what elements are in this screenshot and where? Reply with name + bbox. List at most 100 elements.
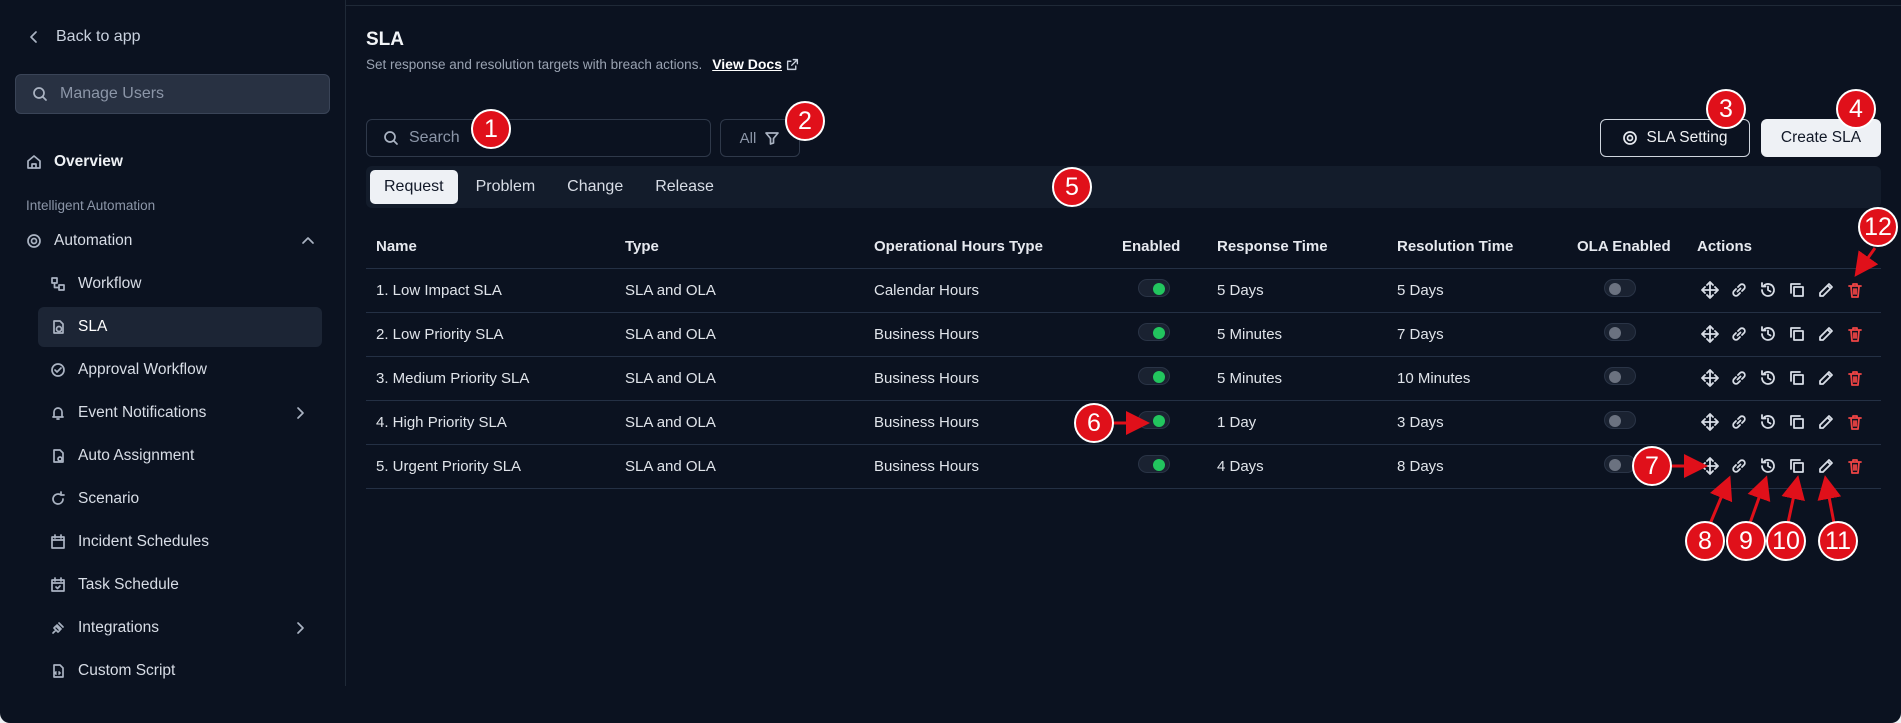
sidebar-item-auto-assignment[interactable]: Auto Assignment	[38, 436, 322, 476]
history-icon[interactable]	[1759, 325, 1777, 343]
copy-icon[interactable]	[1788, 413, 1806, 431]
sidebar-item-task-schedule[interactable]: Task Schedule	[38, 565, 322, 605]
ola-enabled-cell	[1567, 356, 1687, 401]
col-name[interactable]: Name	[366, 225, 615, 269]
sidebar-item-custom-script[interactable]: Custom Script	[38, 651, 322, 691]
tab-request[interactable]: Request	[370, 170, 458, 204]
table-row: 3. Medium Priority SLA SLA and OLA Busines…	[366, 356, 1881, 401]
col-hours-type[interactable]: Operational Hours Type	[864, 225, 1112, 269]
view-docs-link[interactable]: View Docs	[712, 56, 799, 72]
sidebar-item-event-notifications[interactable]: Event Notifications	[38, 393, 322, 433]
manage-users-search[interactable]: Manage Users	[15, 74, 330, 114]
trash-icon[interactable]	[1846, 413, 1864, 431]
toggle-knob	[1153, 415, 1165, 427]
copy-icon[interactable]	[1788, 325, 1806, 343]
sidebar-item-sla[interactable]: SLA	[38, 307, 322, 347]
sidebar-item-approval-workflow[interactable]: Approval Workflow	[38, 350, 322, 390]
row-name: 5. Urgent Priority SLA	[366, 444, 615, 489]
row-type: SLA and OLA	[615, 312, 864, 357]
annotation-badge-6: 6	[1074, 403, 1114, 443]
enabled-toggle[interactable]	[1138, 279, 1170, 297]
link-icon[interactable]	[1730, 457, 1748, 475]
sidebar-item-incident-schedules[interactable]: Incident Schedules	[38, 522, 322, 562]
copy-icon[interactable]	[1788, 281, 1806, 299]
copy-icon[interactable]	[1788, 369, 1806, 387]
filter-icon	[765, 132, 780, 145]
nav-overview[interactable]: Overview	[26, 153, 123, 171]
annotation-badge-8: 8	[1685, 521, 1725, 561]
col-response-time[interactable]: Response Time	[1207, 225, 1387, 269]
edit-icon[interactable]	[1817, 369, 1835, 387]
enabled-toggle[interactable]	[1138, 411, 1170, 429]
trash-icon[interactable]	[1846, 369, 1864, 387]
row-name: 3. Medium Priority SLA	[366, 356, 615, 401]
link-icon[interactable]	[1730, 369, 1748, 387]
col-ola-enabled[interactable]: OLA Enabled	[1567, 225, 1687, 269]
copy-icon[interactable]	[1788, 457, 1806, 475]
trash-icon[interactable]	[1846, 325, 1864, 343]
sidebar-item-label: Incident Schedules	[78, 533, 209, 550]
edit-icon[interactable]	[1817, 281, 1835, 299]
move-icon[interactable]	[1701, 457, 1719, 475]
ola-enabled-toggle[interactable]	[1604, 323, 1636, 341]
back-to-app-link[interactable]: Back to app	[26, 28, 141, 46]
col-actions: Actions	[1687, 225, 1881, 269]
sidebar-item-scenario[interactable]: Scenario	[38, 479, 322, 519]
move-icon[interactable]	[1701, 325, 1719, 343]
col-enabled[interactable]: Enabled	[1112, 225, 1207, 269]
move-icon[interactable]	[1701, 281, 1719, 299]
sidebar-item-integrations[interactable]: Integrations	[38, 608, 322, 648]
ola-enabled-cell	[1567, 312, 1687, 357]
actions-group	[1701, 325, 1881, 343]
table-row: 2. Low Priority SLA SLA and OLA Business H…	[366, 312, 1881, 357]
edit-icon[interactable]	[1817, 457, 1835, 475]
toggle-knob	[1609, 371, 1621, 383]
move-icon[interactable]	[1701, 413, 1719, 431]
toggle-knob	[1609, 415, 1621, 427]
move-icon[interactable]	[1701, 369, 1719, 387]
nav-overview-label: Overview	[54, 153, 123, 170]
nav-automation[interactable]: Automation	[26, 232, 321, 250]
tab-problem[interactable]: Problem	[462, 170, 550, 204]
ola-enabled-toggle[interactable]	[1604, 411, 1636, 429]
sidebar: Back to app Manage Users Overview Intell…	[0, 0, 346, 686]
row-actions	[1687, 356, 1881, 401]
external-link-icon	[786, 58, 799, 70]
history-icon[interactable]	[1759, 457, 1777, 475]
enabled-toggle[interactable]	[1138, 323, 1170, 341]
link-icon[interactable]	[1730, 413, 1748, 431]
enabled-toggle[interactable]	[1138, 367, 1170, 385]
chevron-right-icon	[297, 407, 304, 419]
history-icon[interactable]	[1759, 369, 1777, 387]
trash-icon[interactable]	[1846, 281, 1864, 299]
search-input[interactable]: Search	[366, 119, 711, 157]
tab-change[interactable]: Change	[553, 170, 637, 204]
app-window: Back to app Manage Users Overview Intell…	[0, 0, 1901, 723]
history-icon[interactable]	[1759, 281, 1777, 299]
row-response-time: 1 Day	[1207, 400, 1387, 445]
ola-enabled-toggle[interactable]	[1604, 367, 1636, 385]
edit-icon[interactable]	[1817, 325, 1835, 343]
enabled-cell	[1112, 268, 1207, 313]
sidebar-item-label: Custom Script	[78, 662, 176, 679]
col-resolution-time[interactable]: Resolution Time	[1387, 225, 1567, 269]
script-icon	[53, 664, 64, 678]
edit-icon[interactable]	[1817, 413, 1835, 431]
row-response-time: 5 Minutes	[1207, 356, 1387, 401]
trash-icon[interactable]	[1846, 457, 1864, 475]
link-icon[interactable]	[1730, 325, 1748, 343]
ola-enabled-toggle[interactable]	[1604, 279, 1636, 297]
link-icon[interactable]	[1730, 281, 1748, 299]
workflow-icon	[51, 277, 65, 291]
history-icon[interactable]	[1759, 413, 1777, 431]
enabled-toggle[interactable]	[1138, 455, 1170, 473]
annotation-badge-4: 4	[1836, 89, 1876, 129]
gear-icon	[27, 234, 41, 248]
sidebar-item-label: Scenario	[78, 490, 140, 507]
sla-setting-label: SLA Setting	[1646, 129, 1728, 146]
section-intelligent-automation: Intelligent Automation	[26, 198, 156, 213]
tab-release[interactable]: Release	[641, 170, 728, 204]
sidebar-item-workflow[interactable]: Workflow	[38, 264, 322, 304]
view-docs-label: View Docs	[712, 56, 782, 72]
col-type[interactable]: Type	[615, 225, 864, 269]
